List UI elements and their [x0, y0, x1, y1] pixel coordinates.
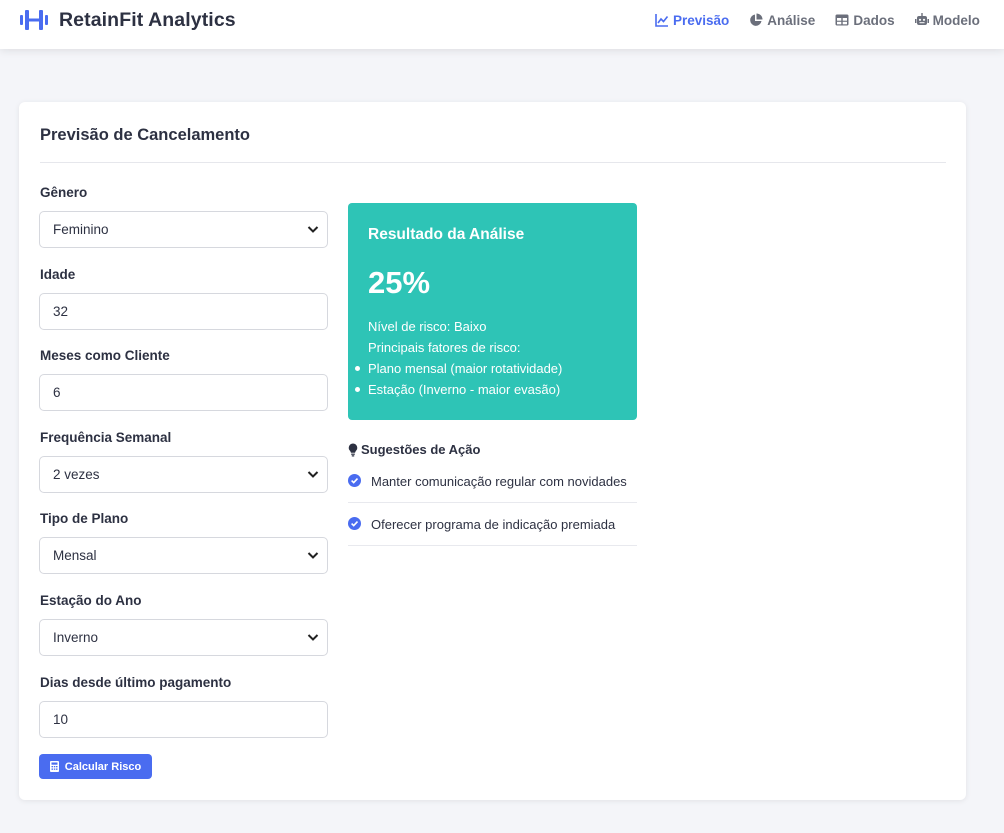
frequency-label: Frequência Semanal: [40, 430, 172, 445]
suggestion-text: Oferecer programa de indicação premiada: [371, 516, 616, 532]
plan-select[interactable]: Mensal: [39, 537, 328, 574]
age-input[interactable]: 32: [39, 293, 328, 330]
chevron-down-icon: [307, 634, 319, 641]
suggestion-item: Manter comunicação regular com novidades: [348, 460, 637, 503]
nav-item-label: Modelo: [932, 12, 980, 28]
brand[interactable]: RetainFit Analytics: [20, 6, 236, 34]
gender-label: Gênero: [40, 185, 88, 200]
suggestion-item: Oferecer programa de indicação premiada: [348, 503, 637, 546]
factors-heading: Principais fatores de risco:: [368, 340, 521, 355]
app-title: RetainFit Analytics: [59, 8, 236, 31]
chevron-down-icon: [307, 552, 319, 559]
robot-icon: [914, 13, 929, 25]
nav-item-modelo[interactable]: Modelo: [914, 11, 980, 29]
calculator-icon: [49, 761, 59, 772]
days-value: 10: [53, 712, 69, 727]
factor-item: Estação (Inverno - maior evasão): [355, 382, 561, 397]
age-value: 32: [53, 304, 69, 319]
check-circle-icon: [348, 516, 361, 530]
plan-label: Tipo de Plano: [40, 511, 129, 526]
card-title: Previsão de Cancelamento: [40, 126, 251, 144]
season-label: Estação do Ano: [40, 593, 142, 608]
calculate-risk-button[interactable]: Calcular Risco: [39, 754, 152, 779]
bullet: [355, 387, 360, 392]
factor-text: Estação (Inverno - maior evasão): [368, 382, 561, 397]
main-nav: Previsão Análise Dados Modelo: [655, 11, 1000, 29]
plan-value: Mensal: [53, 548, 97, 563]
check-circle-icon: [348, 473, 361, 487]
nav-item-label: Dados: [853, 12, 895, 28]
table-icon: [835, 14, 849, 26]
calculate-risk-label: Calcular Risco: [64, 760, 142, 773]
season-value: Inverno: [53, 630, 99, 645]
bullet: [355, 366, 360, 371]
days-label: Dias desde último pagamento: [40, 675, 232, 690]
result-title: Resultado da Análise: [368, 226, 525, 243]
lightbulb-icon: [348, 443, 358, 456]
frequency-select[interactable]: 2 vezes: [39, 456, 328, 493]
days-input[interactable]: 10: [39, 701, 328, 738]
frequency-value: 2 vezes: [53, 467, 100, 482]
nav-item-previsao[interactable]: Previsão: [655, 11, 729, 29]
age-label: Idade: [40, 267, 76, 282]
gender-select[interactable]: Feminino: [39, 211, 328, 248]
line-chart-icon: [655, 14, 669, 27]
result-panel: Resultado da Análise 25% Nível de risco:…: [348, 203, 637, 420]
nav-item-label: Previsão: [673, 12, 730, 28]
season-select[interactable]: Inverno: [39, 619, 328, 656]
chevron-down-icon: [307, 226, 319, 233]
nav-item-analise[interactable]: Análise: [749, 11, 815, 29]
nav-item-label: Análise: [767, 12, 816, 28]
risk-percentage: 25%: [368, 265, 431, 300]
months-input[interactable]: 6: [39, 374, 328, 411]
divider: [40, 162, 946, 163]
suggestions-title: Sugestões de Ação: [348, 442, 480, 457]
gender-value: Feminino: [53, 222, 109, 237]
nav-item-dados[interactable]: Dados: [835, 11, 895, 29]
suggestion-text: Manter comunicação regular com novidades: [371, 473, 627, 489]
prediction-card: Previsão de Cancelamento Gênero Feminino…: [19, 102, 966, 800]
dumbbell-icon: [20, 10, 48, 30]
factor-text: Plano mensal (maior rotatividade): [368, 361, 563, 376]
risk-level: Nível de risco: Baixo: [368, 319, 487, 334]
factor-item: Plano mensal (maior rotatividade): [355, 361, 563, 376]
chevron-down-icon: [307, 471, 319, 478]
months-value: 6: [53, 385, 61, 400]
top-navbar: RetainFit Analytics Previsão Análise Dad…: [0, 0, 1004, 49]
months-label: Meses como Cliente: [40, 348, 170, 363]
suggestions-title-text: Sugestões de Ação: [361, 442, 481, 457]
pie-chart-icon: [750, 13, 763, 26]
